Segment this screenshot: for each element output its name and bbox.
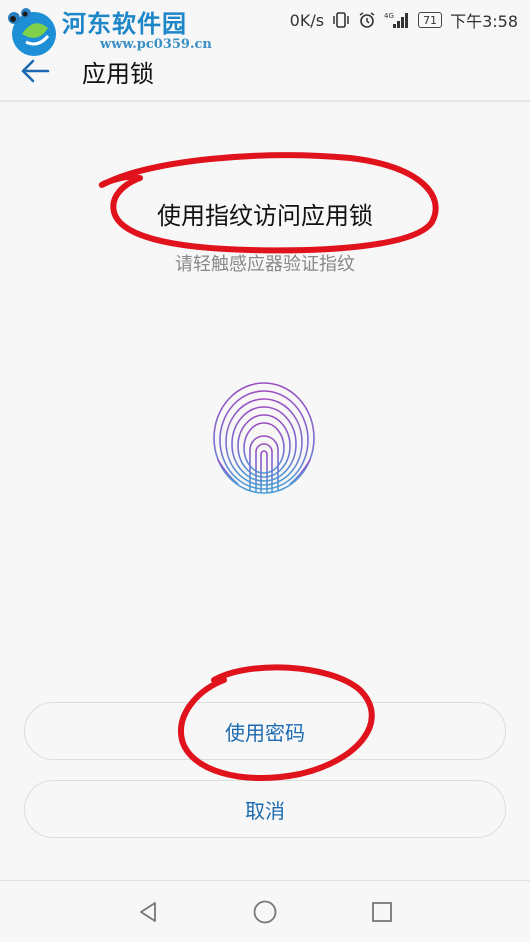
nav-recents-button[interactable]: [362, 892, 402, 932]
arrow-left-icon: [21, 59, 50, 83]
use-password-button[interactable]: 使用密码: [24, 702, 506, 760]
fingerprint-title: 使用指纹访问应用锁: [157, 202, 373, 230]
clock: 下午3:58: [450, 12, 518, 31]
signal-icon: 4G: [384, 11, 410, 29]
triangle-back-icon: [140, 901, 157, 922]
square-recents-icon: [371, 901, 392, 922]
vibrate-icon: [332, 12, 350, 28]
navigation-bar: [0, 880, 530, 942]
circle-home-icon: [253, 900, 277, 923]
back-button[interactable]: [0, 41, 70, 101]
fingerprint-subtitle: 请轻触感应器验证指纹: [175, 254, 355, 275]
alarm-icon: [358, 11, 376, 29]
network-type: 4G: [384, 12, 394, 20]
nav-back-button[interactable]: [128, 892, 168, 932]
net-speed: 0K/s: [289, 10, 325, 30]
battery-icon: 71: [418, 12, 443, 28]
page-title: 应用锁: [82, 59, 154, 88]
cancel-button[interactable]: 取消: [24, 780, 506, 838]
status-bar: 0K/s 4G 71 下午3:58: [0, 0, 530, 40]
app-bar: 应用锁: [0, 42, 530, 102]
nav-home-button[interactable]: [245, 892, 285, 932]
fingerprint-icon: [208, 380, 320, 500]
